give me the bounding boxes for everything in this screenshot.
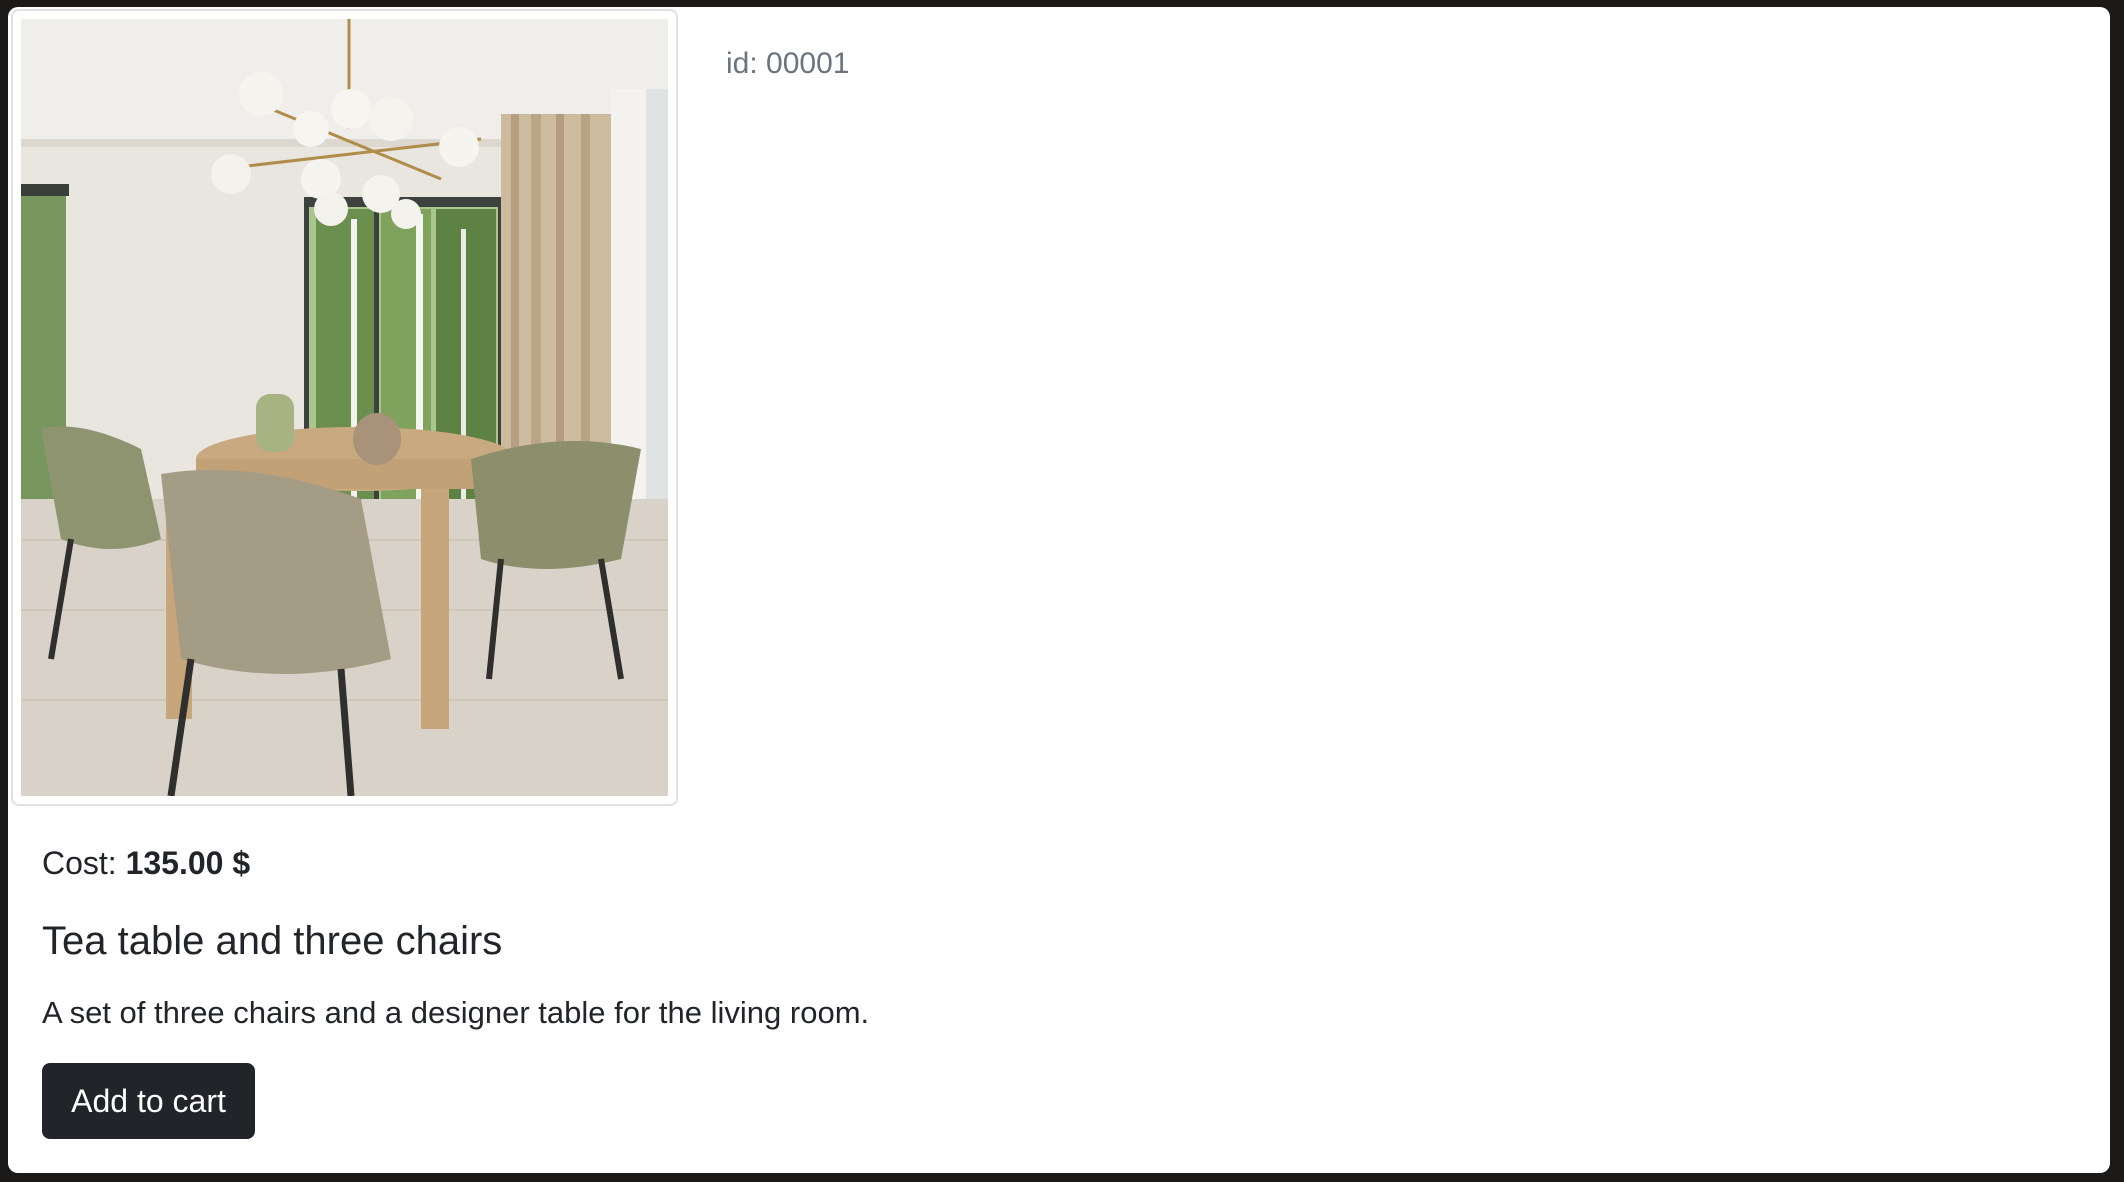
cost-label: Cost: <box>42 845 126 881</box>
add-to-cart-button[interactable]: Add to cart <box>42 1063 255 1139</box>
product-image-frame <box>11 9 678 806</box>
cost-value: 135.00 $ <box>125 845 251 881</box>
product-card: id: 00001 Cost: 135.00 $ Tea table and t… <box>8 7 2110 1173</box>
product-cost: Cost: 135.00 $ <box>42 845 250 882</box>
product-title: Tea table and three chairs <box>42 919 503 963</box>
product-image[interactable] <box>21 19 668 796</box>
dining-room-photo <box>21 19 668 796</box>
product-description: A set of three chairs and a designer tab… <box>42 995 870 1030</box>
product-id: id: 00001 <box>726 47 850 80</box>
